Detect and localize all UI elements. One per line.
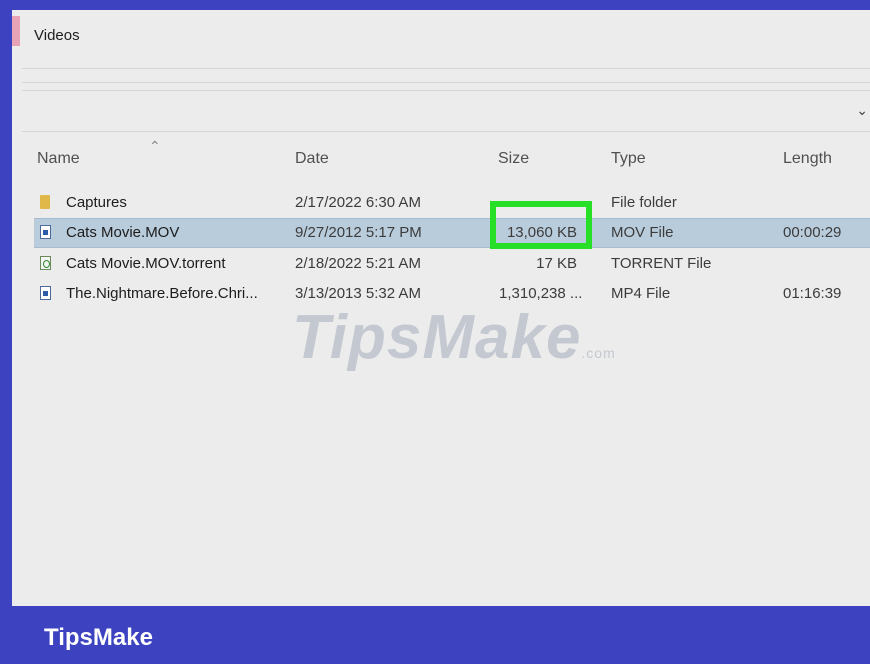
watermark: TipsMake.com	[292, 303, 616, 372]
file-date: 2/18/2022 5:21 AM	[295, 255, 421, 272]
video-file-icon	[40, 286, 51, 300]
divider	[22, 82, 870, 83]
divider	[22, 90, 870, 91]
video-file-icon	[40, 225, 51, 239]
file-type: File folder	[611, 194, 677, 211]
caret-up-icon: ⌃	[149, 138, 161, 154]
column-header-date[interactable]: Date	[295, 150, 329, 168]
file-row-cats-movie-torrent[interactable]: Cats Movie.MOV.torrent 2/18/2022 5:21 AM…	[34, 250, 870, 278]
file-length: 01:16:39	[783, 285, 842, 302]
size-highlight-box	[490, 201, 592, 249]
chevron-down-icon[interactable]: ⌄	[856, 102, 868, 119]
file-date: 3/13/2013 5:32 AM	[295, 285, 421, 302]
brand-footer: TipsMake	[44, 624, 153, 651]
column-header-name[interactable]: Name	[37, 150, 80, 168]
torrent-file-icon	[40, 256, 51, 270]
file-date: 2/17/2022 6:30 AM	[295, 194, 421, 211]
file-row-cats-movie-mov[interactable]: Cats Movie.MOV 9/27/2012 5:17 PM 13,060 …	[34, 218, 870, 248]
folder-icon	[40, 195, 50, 209]
breadcrumb[interactable]: Videos	[34, 27, 80, 44]
column-header-size[interactable]: Size	[498, 150, 529, 168]
file-length: 00:00:29	[783, 224, 842, 241]
file-date: 9/27/2012 5:17 PM	[295, 224, 422, 241]
file-explorer-window: Videos ⌄ ⌃ Name Date Size Type Length Ca…	[12, 10, 870, 606]
file-type: MOV File	[611, 224, 674, 241]
divider	[22, 131, 870, 132]
file-name: Cats Movie.MOV	[66, 224, 180, 241]
file-size: 1,310,238 ...	[499, 285, 583, 302]
file-size: 17 KB	[536, 255, 577, 272]
column-header-length[interactable]: Length	[783, 150, 832, 168]
divider	[22, 68, 870, 69]
file-row-captures[interactable]: Captures 2/17/2022 6:30 AM File folder	[34, 189, 870, 217]
column-header-type[interactable]: Type	[611, 150, 646, 168]
file-name: The.Nightmare.Before.Chri...	[66, 285, 258, 302]
file-type: MP4 File	[611, 285, 671, 302]
file-name: Cats Movie.MOV.torrent	[66, 255, 226, 272]
file-name: Captures	[66, 194, 127, 211]
file-type: TORRENT File	[611, 255, 712, 272]
accent-strip	[12, 16, 20, 46]
